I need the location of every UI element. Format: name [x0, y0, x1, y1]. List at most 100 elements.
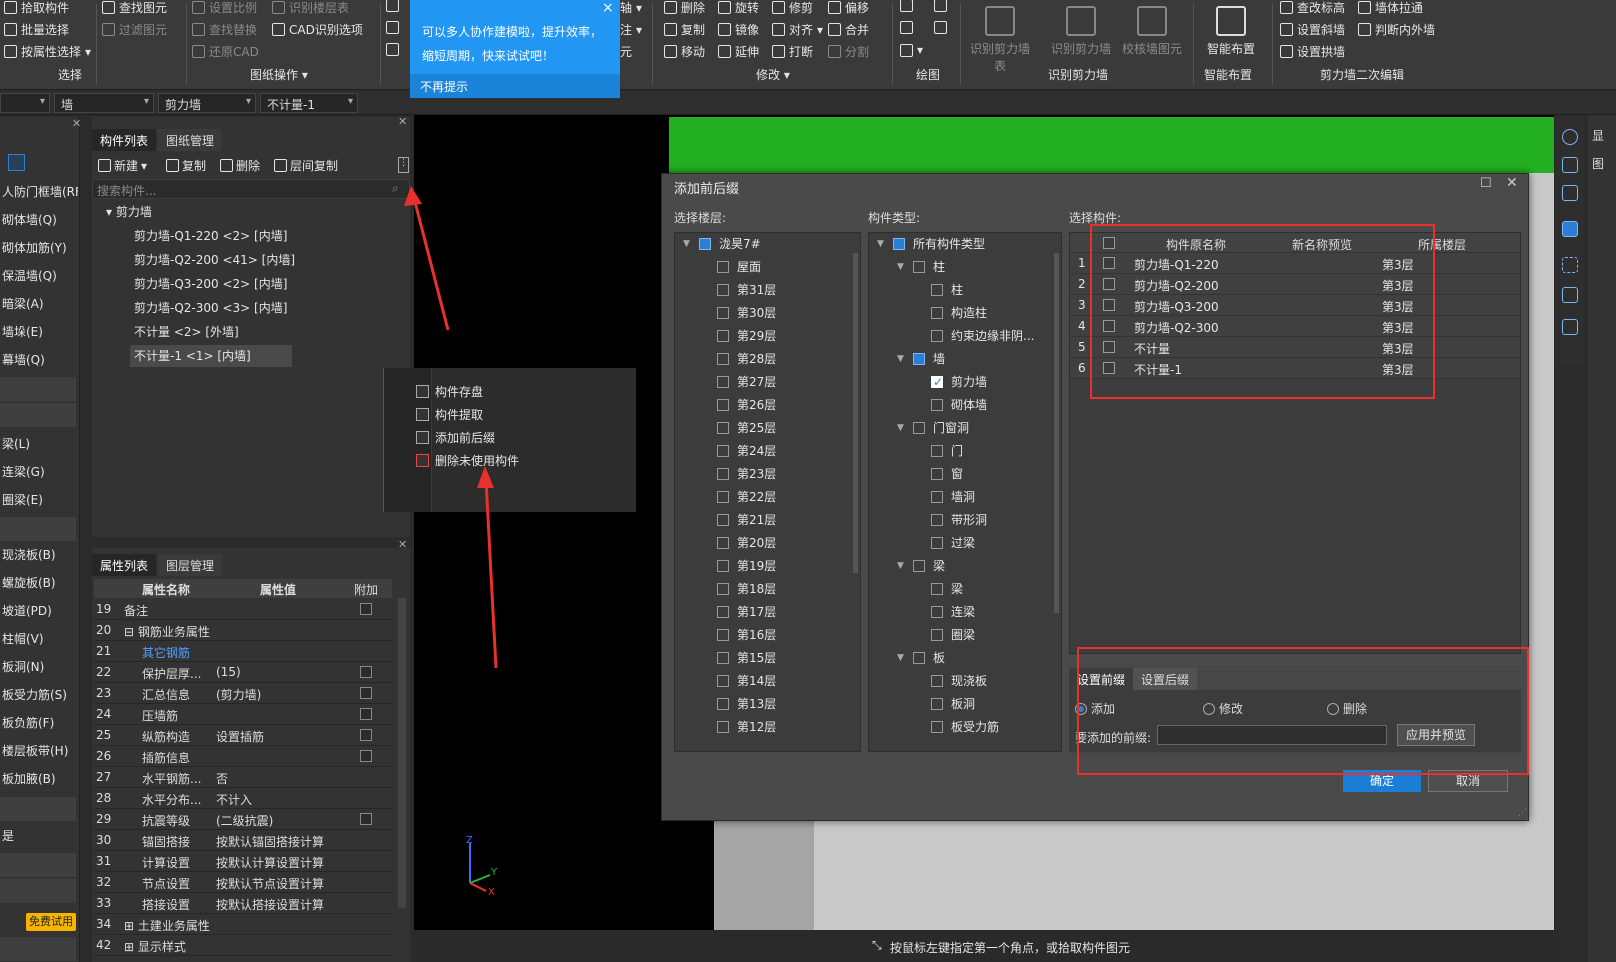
close-icon[interactable]: ✕ — [1506, 175, 1518, 191]
nav-category[interactable] — [0, 517, 76, 541]
type-item[interactable]: ▼ 墙 — [869, 348, 1051, 371]
nav-item[interactable]: 墙垛(E) — [0, 319, 78, 345]
category-select[interactable]: 墙 — [54, 93, 154, 113]
nav-item[interactable]: 梁(L) — [0, 431, 78, 457]
type-select[interactable]: 剪力墙 — [158, 93, 256, 113]
floor-item[interactable]: 第14层 — [675, 670, 851, 693]
tree-item[interactable]: 剪力墙-Q2-200 <41> [内墙] — [130, 249, 295, 271]
set-arch-wall-button[interactable]: 设置拱墙 — [1280, 43, 1345, 60]
delete-button[interactable]: 删除 — [664, 0, 705, 16]
type-item[interactable]: 构造柱 — [869, 302, 1051, 325]
dont-show-again-link[interactable]: 不再提示 — [410, 74, 620, 98]
floor-checkbox[interactable] — [717, 491, 729, 503]
property-row[interactable]: 25 纵筋构造 设置插筋 — [94, 725, 392, 746]
nav-category[interactable] — [0, 937, 76, 961]
floor-checkbox[interactable] — [717, 675, 729, 687]
nav-item[interactable]: 砌体墙(Q) — [0, 207, 78, 233]
restore-cad-button[interactable]: 还原CAD — [192, 43, 259, 60]
type-checkbox[interactable] — [931, 675, 943, 687]
type-item[interactable]: ▼ 柱 — [869, 256, 1051, 279]
partial-button-3[interactable] — [386, 43, 399, 56]
nav-item[interactable]: 螺旋板(B) — [0, 570, 78, 596]
rotate-button[interactable]: 旋转 — [718, 0, 759, 16]
floor-item[interactable]: 第19层 — [675, 555, 851, 578]
nav-item[interactable]: 圈梁(E) — [0, 487, 78, 513]
2d-view-icon[interactable] — [1562, 157, 1578, 173]
nav-item[interactable]: 人防门框墙(RF — [0, 179, 78, 205]
nav-item[interactable]: 板洞(N) — [0, 654, 78, 680]
tree-item[interactable]: 剪力墙-Q3-200 <2> [内墙] — [130, 273, 287, 295]
break-button[interactable]: 打断 — [772, 43, 813, 60]
floor-checkbox[interactable] — [717, 583, 729, 595]
floor-item[interactable]: 第22层 — [675, 486, 851, 509]
property-row[interactable]: 23 汇总信息 (剪力墙) — [94, 683, 392, 704]
nav-category[interactable] — [0, 403, 76, 427]
floor-item[interactable]: 第13层 — [675, 693, 851, 716]
property-row[interactable]: 27 水平钢筋... 否 — [94, 767, 392, 788]
type-item[interactable]: 连梁 — [869, 601, 1051, 624]
type-item[interactable]: ✓ 剪力墙 — [869, 371, 1051, 394]
floor-checkbox[interactable] — [717, 376, 729, 388]
type-item[interactable]: 砌体墙 — [869, 394, 1051, 417]
property-row[interactable]: 32 节点设置 按默认节点设置计算 — [94, 872, 392, 893]
menu-item-extract-component[interactable]: 构件提取 — [416, 406, 483, 423]
check-wall-elements-button[interactable]: 校核墙图元 — [1117, 0, 1187, 57]
extra-checkbox[interactable] — [360, 708, 372, 720]
property-row[interactable]: 34 ⊞ 土建业务属性 — [94, 914, 392, 935]
property-row[interactable]: 21 其它钢筋 — [94, 641, 392, 662]
type-checkbox[interactable] — [893, 238, 905, 250]
nav-item[interactable]: 砌体加筋(Y) — [0, 235, 78, 261]
type-checkbox[interactable] — [931, 606, 943, 618]
type-checkbox[interactable] — [931, 514, 943, 526]
nav-item[interactable]: 柱帽(V) — [0, 626, 78, 652]
partial-button-1[interactable] — [386, 0, 399, 12]
type-checkbox[interactable] — [931, 307, 943, 319]
type-item[interactable]: 板受力筋 — [869, 716, 1051, 739]
tab-component-list[interactable]: 构件列表 — [92, 129, 157, 151]
floor-item[interactable]: 第24层 — [675, 440, 851, 463]
property-row[interactable]: 29 抗震等级 (二级抗震) — [94, 809, 392, 830]
type-checkbox[interactable] — [931, 721, 943, 733]
extend-button[interactable]: 延伸 — [718, 43, 759, 60]
property-row[interactable]: 33 搭接设置 按默认搭接设置计算 — [94, 893, 392, 914]
nav-item[interactable]: 幕墙(Q) — [0, 347, 78, 373]
floor-checkbox[interactable] — [717, 629, 729, 641]
tab-drawing-management[interactable]: 图纸管理 — [158, 129, 223, 151]
property-row[interactable]: 42 ⊞ 显示样式 — [94, 935, 392, 956]
close-icon[interactable]: ✕ — [398, 538, 407, 551]
type-item[interactable]: 板洞 — [869, 693, 1051, 716]
type-checkbox[interactable]: ✓ — [931, 375, 943, 389]
component-select[interactable]: 不计量-1 — [260, 93, 358, 113]
type-checkbox[interactable] — [931, 284, 943, 296]
nav-category[interactable] — [0, 797, 76, 821]
floor-checkbox[interactable] — [717, 445, 729, 457]
menu-item-save-component[interactable]: 构件存盘 — [416, 383, 483, 400]
report-icon[interactable] — [1562, 319, 1578, 335]
floor-item[interactable]: 第30层 — [675, 302, 851, 325]
extra-checkbox[interactable] — [360, 813, 372, 825]
floor-root-checkbox[interactable] — [699, 238, 711, 250]
property-row[interactable]: 31 计算设置 按默认计算设置计算 — [94, 851, 392, 872]
extra-checkbox[interactable] — [360, 687, 372, 699]
type-item[interactable]: 柱 — [869, 279, 1051, 302]
floor-checkbox[interactable] — [717, 560, 729, 572]
type-item[interactable]: ▼ 门窗洞 — [869, 417, 1051, 440]
nav-category[interactable] — [0, 377, 76, 401]
type-item[interactable]: 门 — [869, 440, 1051, 463]
scrollbar[interactable] — [398, 598, 406, 908]
offset-button[interactable]: 偏移 — [828, 0, 869, 16]
copy-component-button[interactable]: 复制 — [166, 157, 206, 174]
annotate-button[interactable]: 注 ▾ — [620, 21, 642, 38]
draw-arc-button[interactable]: ▾ — [900, 43, 923, 57]
mirror-button[interactable]: 镜像 — [718, 21, 759, 38]
property-row[interactable]: 19 备注 — [94, 599, 392, 620]
search-icon[interactable]: ⌕ — [392, 181, 399, 196]
element-button[interactable]: 元 — [620, 43, 632, 60]
wall-extend-button[interactable]: 墙体拉通 — [1358, 0, 1423, 16]
smart-layout-button[interactable]: 智能布置 — [1196, 0, 1266, 57]
tab-property-list[interactable]: 属性列表 — [92, 554, 157, 576]
type-item[interactable]: 约束边缘非阴... — [869, 325, 1051, 348]
tab-layer-management[interactable]: 图层管理 — [158, 554, 223, 576]
floor-checkbox[interactable] — [717, 721, 729, 733]
floor-item[interactable]: 第28层 — [675, 348, 851, 371]
